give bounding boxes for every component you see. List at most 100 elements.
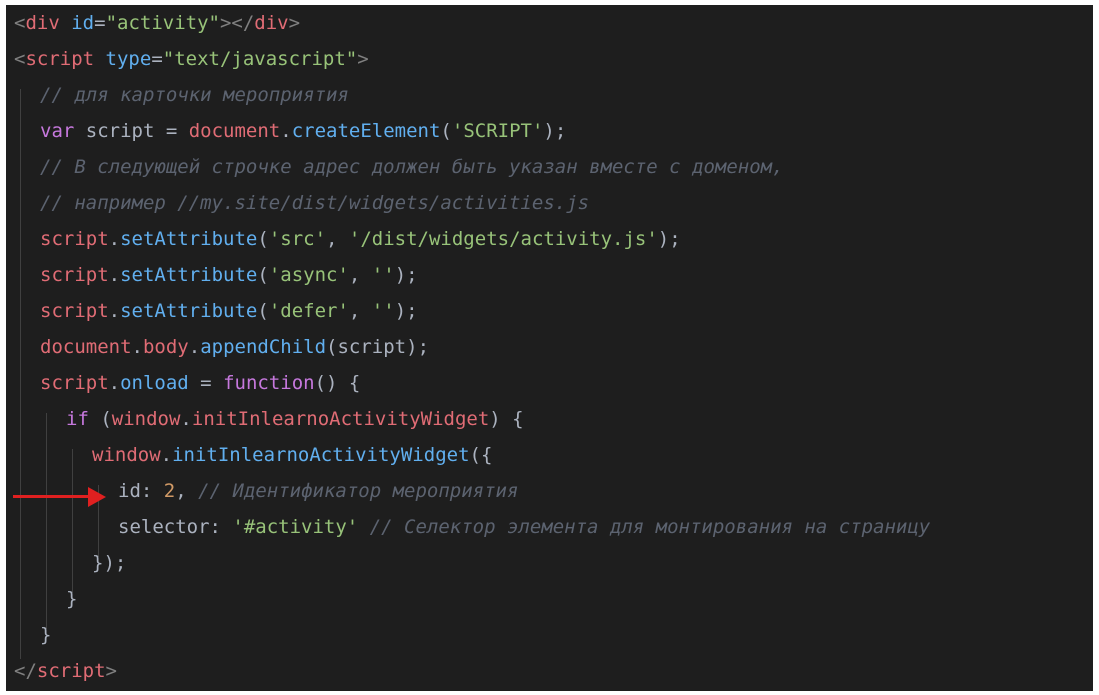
tag-bracket: < [14,12,26,34]
indent-guide [72,449,73,593]
object: window [111,408,181,430]
identifier: script [74,120,166,142]
function-name: initInlearnoActivityWidget [172,444,470,466]
string: 'SCRIPT' [451,120,544,142]
string: '/dist/widgets/activity.js' [348,228,658,250]
string: '#activity' [232,516,359,538]
attr-name: type [105,48,152,70]
string: 'defer' [268,300,349,322]
colon: : [140,480,164,502]
paren: ( [88,408,112,430]
object: script [40,372,109,394]
function-name: setAttribute [120,228,258,250]
string: '' [371,300,395,322]
equals: = [151,48,163,70]
paren: ); [543,120,567,142]
function-name: setAttribute [120,264,258,286]
tag-name: div [254,12,289,34]
paren: ( [257,228,269,250]
property: initInlearnoActivityWidget [191,408,490,430]
code-line-6[interactable]: // например //my.site/dist/widgets/activ… [40,185,589,221]
object: document [188,120,281,142]
dot: . [180,408,192,430]
comment: // Идентификатор мероприятия [198,480,519,502]
property: onload [120,372,189,394]
code-line-19[interactable]: </script> [14,653,117,689]
object: script [40,300,109,322]
tag-bracket: </ [14,660,37,682]
colon: : [209,516,233,538]
code-line-11[interactable]: script.onload = function() { [40,365,360,401]
paren: ( [257,264,269,286]
code-line-15[interactable]: selector: '#activity' // Селектор элемен… [118,509,930,545]
code-line-10[interactable]: document.body.appendChild(script); [40,329,429,365]
object: window [92,444,161,466]
punctuation: }); [92,552,127,574]
object-key: id [118,480,141,502]
tag-bracket: < [14,48,26,70]
tag-name: script [25,48,95,70]
operator: = [188,372,224,394]
comma: , [175,480,199,502]
comment: // В следующей строчке адрес должен быть… [40,156,784,178]
code-line-9[interactable]: script.setAttribute('defer', ''); [40,293,418,329]
keyword: if [66,408,89,430]
keyword: var [40,120,75,142]
punctuation: () { [314,372,361,394]
code-line-12[interactable]: if (window.initInlearnoActivityWidget) { [66,401,524,437]
dot: . [131,336,143,358]
paren: ); [406,336,430,358]
function-name: appendChild [200,336,327,358]
dot: . [160,444,173,466]
argument: script [337,336,407,358]
comma: , [348,300,372,322]
dot: . [108,300,121,322]
code-line-3[interactable]: // для карточки мероприятия [40,77,349,113]
comma: , [348,264,372,286]
tag-name: script [36,660,106,682]
tag-bracket: > [105,660,117,682]
comment: // для карточки мероприятия [40,84,349,106]
equals: = [94,12,106,34]
operator: = [165,120,189,142]
tag-name: div [25,12,60,34]
dot: . [108,264,121,286]
comment: // например //my.site/dist/widgets/activ… [40,192,590,214]
code-editor[interactable]: <div id="activity"></div> <script type="… [6,5,1093,691]
code-line-5[interactable]: // В следующей строчке адрес должен быть… [40,149,784,185]
code-line-17[interactable]: } [66,581,77,617]
object: script [40,228,109,250]
paren: ( [257,300,269,322]
code-line-14[interactable]: id: 2, // Идентификатор мероприятия [118,473,518,509]
object-key: selector [118,516,210,538]
tag-bracket: > [288,12,301,34]
code-line-4[interactable]: var script = document.createElement('SCR… [40,113,566,149]
paren: ( [440,120,452,142]
indent-guide [46,413,47,629]
arrow-head [88,487,106,507]
object: document [40,336,132,358]
punctuation: } [66,588,78,610]
paren: ); [394,264,418,286]
property: body [142,336,189,358]
code-line-1[interactable]: <div id="activity"></div> [14,5,300,41]
dot: . [108,228,121,250]
code-line-7[interactable]: script.setAttribute('src', '/dist/widget… [40,221,681,257]
function-name: setAttribute [120,300,258,322]
function-name: createElement [291,120,441,142]
code-line-8[interactable]: script.setAttribute('async', ''); [40,257,418,293]
code-line-13[interactable]: window.initInlearnoActivityWidget({ [92,437,492,473]
paren: ); [394,300,418,322]
code-line-2[interactable]: <script type="text/javascript"> [14,41,369,77]
paren: ) { [489,408,524,430]
code-line-16[interactable]: }); [92,545,126,581]
indent-guide [20,89,21,659]
tag-bracket: > [357,48,369,70]
code-line-18[interactable]: } [40,617,51,653]
comment: // Селектор элемента для монтирования на… [369,516,931,538]
paren: ({ [469,444,493,466]
paren: ); [657,228,681,250]
attr-value: "activity" [105,12,220,34]
arrow-shaft [13,495,93,498]
